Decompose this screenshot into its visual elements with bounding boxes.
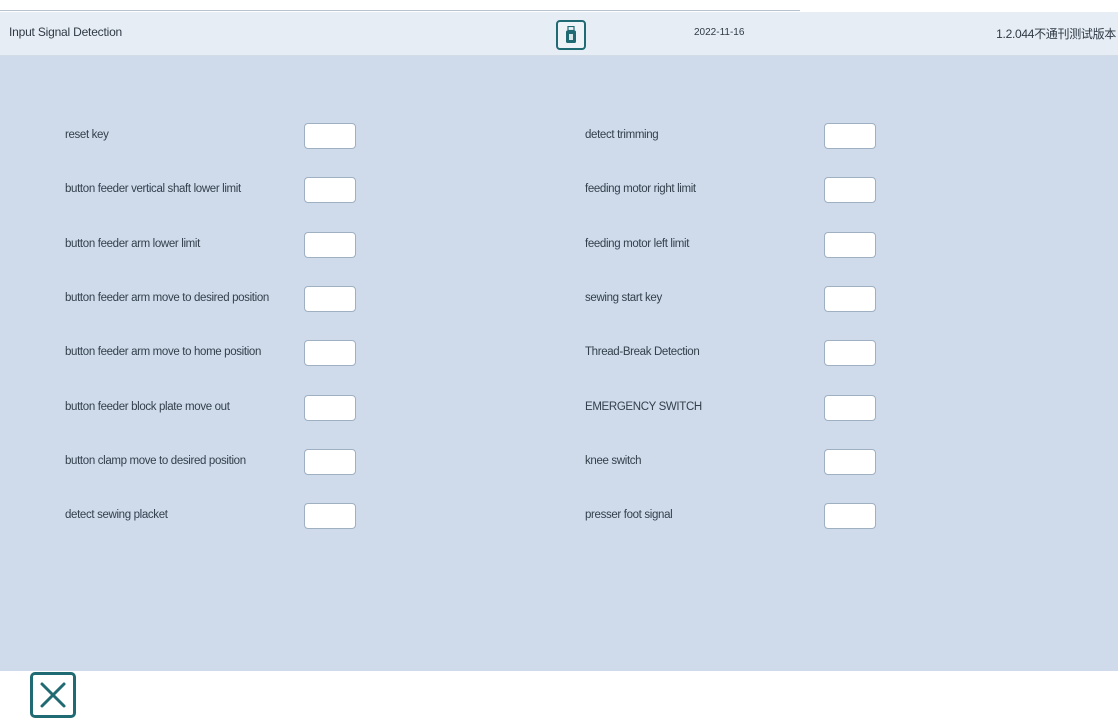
signal-label: detect sewing placket: [65, 509, 168, 522]
signal-label: button feeder arm move to desired positi…: [65, 291, 269, 304]
signal-indicator: [824, 231, 876, 258]
signal-indicator: [824, 448, 876, 475]
title-bar: Input Signal Detection 2022-11-16 1.2.04…: [0, 12, 1118, 56]
signal-label: feeding motor right limit: [585, 183, 696, 196]
usb-button[interactable]: [556, 20, 586, 50]
signal-label: button feeder arm move to home position: [65, 346, 262, 359]
signal-label: presser foot signal: [585, 509, 673, 522]
signal-indicator: [304, 231, 356, 258]
signal-label: knee switch: [585, 454, 642, 467]
version-label: 1.2.044不通刊测试版本: [996, 27, 1116, 41]
signal-indicator: [304, 503, 356, 530]
signal-indicator: [304, 340, 356, 367]
close-button[interactable]: [30, 672, 76, 718]
signal-label: detect trimming: [585, 129, 659, 141]
page-title: Input Signal Detection: [9, 25, 123, 39]
signal-panel: reset key button feeder vertical shaft lo…: [0, 56, 1118, 718]
top-strip: [0, 0, 1118, 12]
signal-label: button feeder vertical shaft lower limit: [65, 183, 241, 196]
signal-label: Thread-Break Detection: [585, 346, 700, 359]
signal-indicator: [824, 394, 876, 421]
signal-indicator: [304, 285, 356, 312]
signal-indicator: [824, 285, 876, 312]
input-signal-detection-screen: Input Signal Detection 2022-11-16 1.2.04…: [0, 0, 1118, 718]
close-icon: [40, 682, 66, 708]
signal-label: EMERGENCY SWITCH: [585, 400, 702, 413]
signal-indicator: [304, 448, 356, 475]
signal-indicator: [824, 123, 876, 149]
signal-indicator: [304, 177, 356, 204]
signal-indicator: [824, 177, 876, 204]
signal-indicator: [304, 123, 356, 149]
signal-indicator: [824, 340, 876, 367]
date-display: 2022-11-16: [694, 27, 745, 38]
usb-drive-icon: [566, 26, 576, 43]
signal-indicator: [824, 503, 876, 530]
signal-label: button clamp move to desired position: [65, 454, 246, 467]
signal-label: reset key: [65, 129, 109, 141]
signal-indicator: [304, 394, 356, 421]
signal-label: sewing start key: [585, 291, 662, 304]
signal-label: feeding motor left limit: [585, 237, 690, 250]
top-divider: [0, 10, 800, 11]
signal-label: button feeder arm lower limit: [65, 237, 200, 250]
signal-label: button feeder block plate move out: [65, 400, 230, 413]
